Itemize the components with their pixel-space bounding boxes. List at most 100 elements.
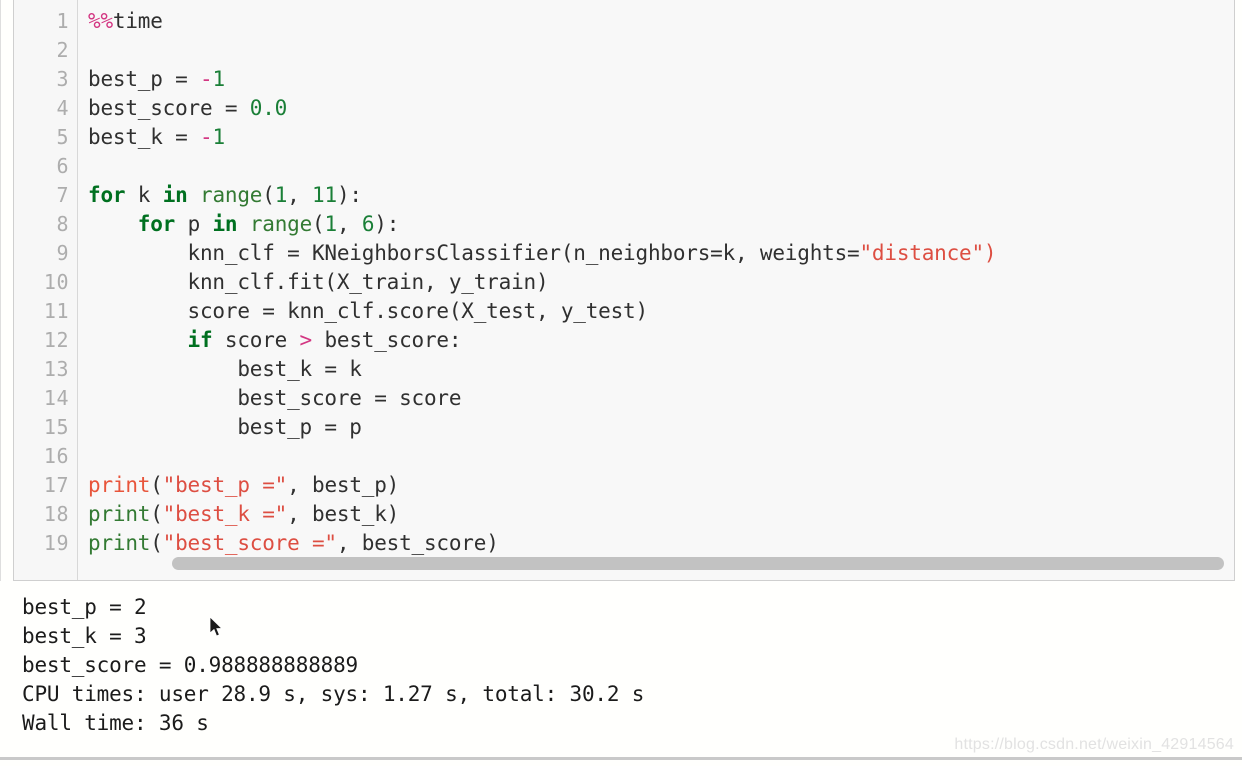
code-line[interactable]: for p in range(1, 6):: [88, 210, 1234, 239]
code-line[interactable]: if score > best_score:: [88, 326, 1234, 355]
line-number: 18: [43, 502, 69, 526]
code-token-plain: (: [150, 502, 163, 526]
code-editor-area[interactable]: %%time best_p = -1 best_score = 0.0 best_k…: [78, 0, 1234, 580]
line-number: 13: [43, 357, 69, 381]
output-line: best_score = 0.988888888889: [22, 653, 358, 677]
code-line[interactable]: print("best_score =", best_score): [88, 529, 1234, 558]
cell-output-area: best_p = 2 best_k = 3 best_score = 0.98888…: [0, 589, 1242, 757]
code-token-builtin: print: [88, 502, 151, 526]
horizontal-scrollbar-track[interactable]: [92, 557, 1234, 576]
bottom-rule: [0, 757, 1242, 760]
code-token-plain: ):: [336, 183, 362, 207]
code-token-plain: (: [150, 473, 163, 497]
code-token-str: "best_p =": [162, 473, 288, 497]
code-line[interactable]: score = knn_clf.score(X_test, y_test): [88, 297, 1234, 326]
code-line[interactable]: best_score = score: [88, 384, 1234, 413]
code-line[interactable]: best_p = p: [88, 413, 1234, 442]
code-token-plain: (: [262, 183, 275, 207]
code-token-plain: best_p = p: [88, 415, 362, 439]
line-number: 7: [56, 183, 69, 207]
code-token-kw: in: [212, 212, 238, 236]
code-token-str: "best_k =": [162, 502, 288, 526]
horizontal-scrollbar-thumb[interactable]: [172, 557, 1224, 570]
code-line[interactable]: %%time: [88, 7, 1234, 36]
code-token-num: 1: [212, 125, 225, 149]
code-token-str: "distance"): [859, 241, 997, 265]
code-cell[interactable]: 1 2 3 4 5 6 7 8 9 10 11 12 13 14 15 16 17 18 19 %%time bes…: [13, 0, 1235, 581]
code-line[interactable]: best_k = -1: [88, 123, 1234, 152]
notebook-screenshot: 1 2 3 4 5 6 7 8 9 10 11 12 13 14 15 16 17 18 19 %%time bes…: [0, 0, 1242, 766]
code-token-kw: for: [88, 183, 126, 207]
code-token-plain: (: [312, 212, 325, 236]
code-token-plain: score = knn_clf.score(X_test, y_test): [88, 299, 649, 323]
code-line[interactable]: [88, 152, 1234, 181]
code-token-builtin: range: [249, 212, 313, 236]
output-line: Wall time: 36 s: [22, 711, 209, 735]
code-line[interactable]: [88, 36, 1234, 65]
line-number: 11: [43, 299, 69, 323]
code-token-plain: ,: [336, 212, 362, 236]
code-token-plain: time: [112, 9, 163, 33]
code-token-plain: p: [175, 212, 213, 236]
line-number: 10: [43, 270, 69, 294]
code-token-plain: (: [150, 531, 163, 555]
line-number: 6: [56, 154, 69, 178]
code-line[interactable]: knn_clf = KNeighborsClassifier(n_neighbo…: [88, 239, 1234, 268]
code-token-num: 1: [274, 183, 288, 207]
code-line[interactable]: for k in range(1, 11):: [88, 181, 1234, 210]
line-number: 9: [56, 241, 69, 265]
code-token-str: "best_score =": [162, 531, 337, 555]
code-token-plain: , best_p): [287, 473, 400, 497]
line-number: 12: [43, 328, 69, 352]
code-token-plain: , best_k): [287, 502, 400, 526]
line-number: 2: [56, 38, 69, 62]
code-token-plain: ,: [287, 183, 313, 207]
code-line[interactable]: print("best_k =", best_k): [88, 500, 1234, 529]
code-token-builtin: print: [88, 531, 151, 555]
code-line[interactable]: knn_clf.fit(X_train, y_train): [88, 268, 1234, 297]
code-token-plain: best_score: [88, 96, 225, 120]
watermark-text: https://blog.csdn.net/weixin_42914564: [954, 736, 1234, 753]
code-token-plain: score: [212, 328, 300, 352]
line-number: 5: [56, 125, 69, 149]
code-token-magic: %%: [88, 9, 113, 33]
code-line[interactable]: best_p = -1: [88, 65, 1234, 94]
line-number: 8: [56, 212, 69, 236]
code-token-plain: =: [175, 125, 188, 149]
line-number: 4: [56, 96, 69, 120]
line-number-gutter: 1 2 3 4 5 6 7 8 9 10 11 12 13 14 15 16 17 18 19: [14, 0, 78, 580]
output-line: CPU times: user 28.9 s, sys: 1.27 s, tot…: [22, 682, 645, 706]
code-token-plain: knn_clf = KNeighborsClassifier(n_neighbo…: [88, 241, 860, 265]
code-token-plain: k: [125, 183, 163, 207]
code-token-plain: ):: [374, 212, 400, 236]
code-line[interactable]: best_score = 0.0: [88, 94, 1234, 123]
code-token-num: 1: [324, 212, 337, 236]
code-token-builtin-alt: print: [88, 473, 151, 497]
line-number: 16: [43, 444, 69, 468]
code-token-plain: best_score:: [312, 328, 462, 352]
code-token-kw: if: [187, 328, 213, 352]
code-token-kw: in: [162, 183, 188, 207]
code-line[interactable]: print("best_p =", best_p): [88, 471, 1234, 500]
code-line[interactable]: [88, 442, 1234, 471]
code-token-op: -: [200, 67, 213, 91]
line-number: 15: [43, 415, 69, 439]
line-number: 19: [43, 531, 69, 555]
code-token-num: 6: [361, 212, 375, 236]
code-token-plain: best_p: [88, 67, 176, 91]
code-token-num: 11: [312, 183, 337, 207]
code-token-plain: , best_score): [336, 531, 499, 555]
code-line[interactable]: best_k = k: [88, 355, 1234, 384]
code-token-plain: =: [175, 67, 188, 91]
code-token-op: -: [200, 125, 213, 149]
code-token-plain: best_k = k: [88, 357, 362, 381]
code-token-num: 1: [212, 67, 225, 91]
left-edge-rule: [0, 0, 1, 581]
